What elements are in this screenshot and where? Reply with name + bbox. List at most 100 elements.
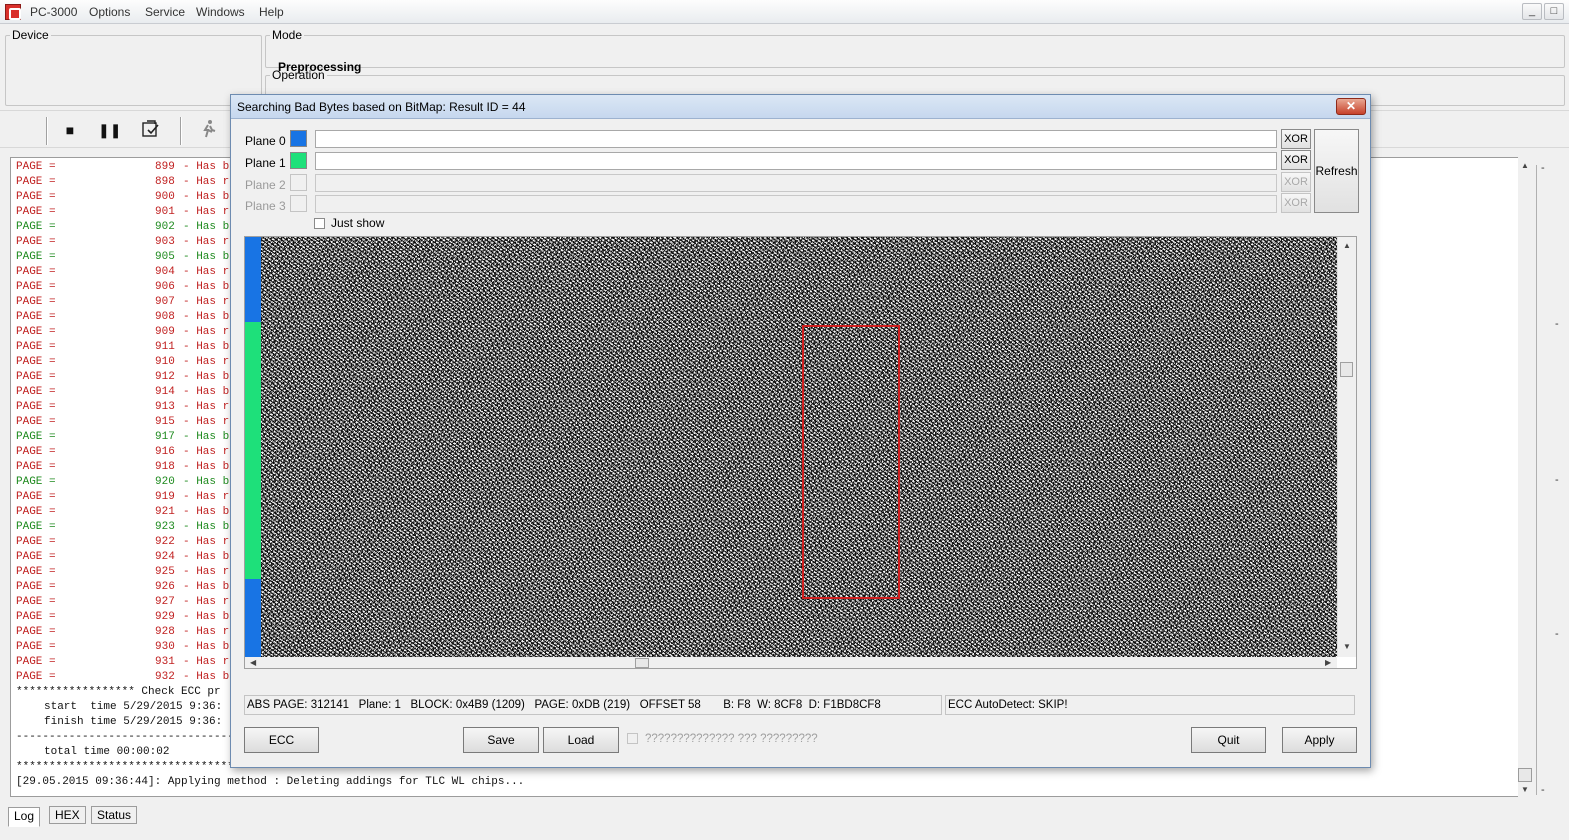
log-scrollbar[interactable]: ▲ ▼ xyxy=(1518,157,1532,797)
log-page-text: - Has b xyxy=(183,476,230,488)
pause-icon[interactable]: ❚❚ xyxy=(98,119,121,141)
log-page-text: - Has b xyxy=(183,671,230,683)
bitmap-vertical-thumb[interactable] xyxy=(1340,362,1353,377)
log-page-line: PAGE = 932 - Has b xyxy=(16,670,229,685)
log-page-line: PAGE = 914 - Has b xyxy=(16,385,229,400)
minimize-button[interactable]: _ xyxy=(1522,3,1542,20)
right-tick: - xyxy=(1555,318,1559,330)
log-page-line: PAGE = 918 - Has b xyxy=(16,460,229,475)
close-icon[interactable]: ✕ xyxy=(1336,98,1366,115)
menu-service[interactable]: Service xyxy=(145,5,185,19)
menu-options[interactable]: Options xyxy=(89,5,130,19)
log-page-label: PAGE = xyxy=(16,596,56,608)
refresh-button[interactable]: Refresh xyxy=(1314,129,1359,213)
scroll-left-icon[interactable]: ◀ xyxy=(250,658,256,667)
menu-help[interactable]: Help xyxy=(259,5,284,19)
plane-1-strip xyxy=(245,322,261,579)
log-page-number: 910 xyxy=(155,356,175,368)
log-page-text: - Has b xyxy=(183,521,230,533)
log-page-label: PAGE = xyxy=(16,671,56,683)
log-page-label: PAGE = xyxy=(16,656,56,668)
log-page-number: 922 xyxy=(155,536,175,548)
main-menubar: PC-3000 Options Service Windows Help _ □ xyxy=(0,0,1569,24)
plane-3-label: Plane 3 xyxy=(245,199,286,213)
log-page-label: PAGE = xyxy=(16,431,56,443)
scroll-down-icon[interactable]: ▼ xyxy=(1521,785,1529,794)
log-scroll-thumb[interactable] xyxy=(1518,768,1532,782)
log-total-line: total time 00:00:02 xyxy=(44,746,170,758)
plane-0-xor-button[interactable]: XOR xyxy=(1281,129,1311,149)
tab-hex[interactable]: HEX xyxy=(49,806,86,824)
log-page-text: - Has r xyxy=(183,416,230,428)
log-page-label: PAGE = xyxy=(16,386,56,398)
log-page-label: PAGE = xyxy=(16,581,56,593)
log-page-number: 928 xyxy=(155,626,175,638)
plane-1-xor-button[interactable]: XOR xyxy=(1281,150,1311,170)
scroll-up-icon[interactable]: ▲ xyxy=(1343,241,1351,250)
load-button[interactable]: Load xyxy=(543,727,619,753)
log-page-line: PAGE = 901 - Has r xyxy=(16,205,229,220)
log-page-text: - Has b xyxy=(183,506,230,518)
log-page-number: 916 xyxy=(155,446,175,458)
bitmap-horizontal-scrollbar[interactable]: ◀ ▶ xyxy=(245,657,1337,668)
app-title: PC-3000 xyxy=(30,5,78,19)
plane-1-label: Plane 1 xyxy=(245,156,286,170)
right-tick: - xyxy=(1555,628,1559,640)
plane-1-color-swatch[interactable] xyxy=(290,152,307,169)
log-page-text: - Has r xyxy=(183,356,230,368)
run-person-icon[interactable] xyxy=(198,119,220,141)
log-page-label: PAGE = xyxy=(16,416,56,428)
log-page-number: 905 xyxy=(155,251,175,263)
ecc-button[interactable]: ECC xyxy=(244,727,319,753)
log-page-text: - Has b xyxy=(183,311,230,323)
log-page-text: - Has r xyxy=(183,326,230,338)
log-page-text: - Has b xyxy=(183,461,230,473)
log-page-text: - Has b xyxy=(183,551,230,563)
log-page-label: PAGE = xyxy=(16,611,56,623)
log-page-label: PAGE = xyxy=(16,446,56,458)
log-page-text: - Has r xyxy=(183,401,230,413)
bitmap-image[interactable] xyxy=(261,237,1337,657)
log-page-number: 908 xyxy=(155,311,175,323)
maximize-button[interactable]: □ xyxy=(1544,3,1564,20)
apply-button[interactable]: Apply xyxy=(1282,727,1357,753)
stop-icon[interactable]: ■ xyxy=(59,119,81,141)
task-edit-icon[interactable] xyxy=(140,119,162,141)
device-panel: Device xyxy=(5,28,262,106)
log-page-line: PAGE = 926 - Has b xyxy=(16,580,229,595)
log-page-label: PAGE = xyxy=(16,461,56,473)
log-finish-line: finish time 5/29/2015 9:36: xyxy=(44,716,223,728)
log-page-line: PAGE = 931 - Has r xyxy=(16,655,229,670)
log-page-text: - Has r xyxy=(183,491,230,503)
quit-button[interactable]: Quit xyxy=(1191,727,1266,753)
scroll-right-icon[interactable]: ▶ xyxy=(1325,658,1331,667)
plane-0-input[interactable] xyxy=(315,130,1277,148)
plane-1-input[interactable] xyxy=(315,152,1277,170)
just-show-checkbox[interactable] xyxy=(314,218,325,229)
log-page-line: PAGE = 908 - Has b xyxy=(16,310,229,325)
log-page-label: PAGE = xyxy=(16,521,56,533)
right-tick: - xyxy=(1555,474,1559,486)
log-page-number: 917 xyxy=(155,431,175,443)
position-status: ABS PAGE: 312141 Plane: 1 BLOCK: 0x4B9 (… xyxy=(244,695,942,715)
save-button[interactable]: Save xyxy=(463,727,539,753)
tab-log[interactable]: Log xyxy=(8,807,41,827)
log-page-number: 912 xyxy=(155,371,175,383)
log-page-number: 918 xyxy=(155,461,175,473)
scroll-up-icon[interactable]: ▲ xyxy=(1521,161,1529,170)
right-tick: - xyxy=(1541,784,1545,796)
bitmap-vertical-scrollbar[interactable]: ▲ ▼ xyxy=(1337,237,1356,657)
log-page-text: - Has r xyxy=(183,656,230,668)
bitmap-viewer[interactable]: ▲ ▼ ◀ ▶ xyxy=(244,236,1357,669)
log-page-number: 920 xyxy=(155,476,175,488)
plane-0-color-swatch[interactable] xyxy=(290,130,307,147)
bitmap-horizontal-thumb[interactable] xyxy=(635,658,649,668)
menu-windows[interactable]: Windows xyxy=(196,5,245,19)
log-page-number: 913 xyxy=(155,401,175,413)
log-page-label: PAGE = xyxy=(16,191,56,203)
log-page-text: - Has b xyxy=(183,611,230,623)
scroll-down-icon[interactable]: ▼ xyxy=(1343,642,1351,651)
log-page-number: 907 xyxy=(155,296,175,308)
tab-status[interactable]: Status xyxy=(91,806,138,824)
toolbar-separator xyxy=(46,117,48,145)
